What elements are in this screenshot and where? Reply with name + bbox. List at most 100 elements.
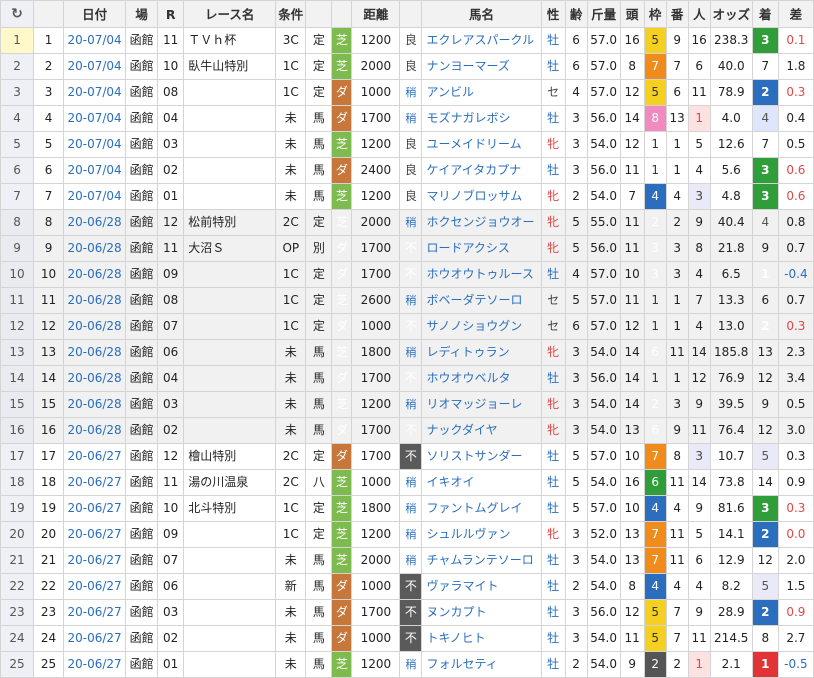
col-header-margin[interactable]: 差 [777,0,814,28]
row-index[interactable]: 13 [0,339,35,366]
race-date-link[interactable]: 20-06/28 [63,391,127,418]
horse-name-link[interactable]: リオマッジョーレ [421,391,542,418]
row-index[interactable]: 24 [0,625,35,652]
race-date-link[interactable]: 20-06/28 [63,365,127,392]
row-index[interactable]: 8 [0,209,35,236]
col-header-age[interactable]: 齢 [564,0,588,28]
table-row[interactable]: 7 7 20-07/04 函館 01 未馬芝 1200 良マリノブロッサム牝 2 54.0 7 4 4 3… [0,183,814,210]
table-row[interactable]: 5 5 20-07/04 函館 03 未馬芝 1200 良ユーメイドリーム牝 3 54.0 12 1 1… [0,131,814,158]
row-index[interactable]: 5 [0,131,35,158]
col-header-popularity[interactable]: 人 [687,0,711,28]
col-header-track-condition[interactable] [399,0,423,28]
horse-name-link[interactable]: ファントムグレイ [421,495,542,522]
table-row[interactable]: 18 18 20-06/27 函館 11 湯の川温泉 2C 八芝 1000 稍イキオイ牡 5 54.0… [0,469,814,496]
horse-name-link[interactable]: アンビル [421,79,542,106]
table-row[interactable]: 21 21 20-06/27 函館 07 未馬芝 2000 稍チャムランテソーロ牡 3 54.0 1… [0,547,814,574]
horse-name-link[interactable]: トキノヒト [421,625,542,652]
table-row[interactable]: 20 20 20-06/27 函館 09 1C 定芝 1200 稍シュルルヴァン牝 3 52.0 13… [0,521,814,548]
race-date-link[interactable]: 20-06/28 [63,261,127,288]
col-header-heads[interactable]: 頭 [619,0,645,28]
race-date-link[interactable]: 20-06/27 [63,625,127,652]
col-header-condition[interactable]: 条件 [275,0,307,28]
row-index[interactable]: 16 [0,417,35,444]
row-index[interactable]: 3 [0,79,35,106]
table-row[interactable]: 19 19 20-06/27 函館 10 北斗特別 1C 定芝 1800 稍ファントムグレイ牡 5 5… [0,495,814,522]
race-date-link[interactable]: 20-06/28 [63,235,127,262]
horse-name-link[interactable]: レディトゥラン [421,339,542,366]
row-index[interactable]: 23 [0,599,35,626]
row-index[interactable]: 7 [0,183,35,210]
table-row[interactable]: 25 25 20-06/27 函館 01 未馬芝 1200 稍フォルセティ牡 2 54.0 9 2 2 1… [0,651,814,678]
col-header-race-name[interactable]: レース名 [183,0,277,28]
horse-name-link[interactable]: ホクセンジョウオー [421,209,542,236]
table-row[interactable]: 10 10 20-06/28 函館 09 1C 定ダ 1700 不ホウオウトゥルース牡 4 57.0… [0,261,814,288]
col-header-weight[interactable]: 斤量 [586,0,621,28]
horse-name-link[interactable]: チャムランテソーロ [421,547,542,574]
col-header-no[interactable] [33,0,65,28]
table-row[interactable]: 2 2 20-07/04 函館 10 臥牛山特別 1C 定芝 2000 良ナンヨーマーズ牡 6 57.… [0,53,814,80]
race-date-link[interactable]: 20-06/27 [63,469,127,496]
race-date-link[interactable]: 20-06/28 [63,339,127,366]
horse-name-link[interactable]: ケイアイタカプナ [421,157,542,184]
col-header-track[interactable]: 場 [125,0,159,28]
horse-name-link[interactable]: ナンヨーマーズ [421,53,542,80]
race-date-link[interactable]: 20-07/04 [63,79,127,106]
col-header-frame[interactable]: 枠 [643,0,667,28]
row-index[interactable]: 9 [0,235,35,262]
col-header-sex[interactable]: 性 [540,0,566,28]
horse-name-link[interactable]: ソリストサンダー [421,443,542,470]
table-row[interactable]: 15 15 20-06/28 函館 03 未馬芝 1200 稍リオマッジョーレ牝 3 54.0 14… [0,391,814,418]
row-index[interactable]: 2 [0,53,35,80]
table-row[interactable]: 23 23 20-06/27 函館 03 未馬ダ 1700 不ヌンカプト牡 3 56.0 12 5 7 9… [0,599,814,626]
race-date-link[interactable]: 20-06/28 [63,287,127,314]
race-date-link[interactable]: 20-06/27 [63,495,127,522]
row-index[interactable]: 17 [0,443,35,470]
race-date-link[interactable]: 20-07/04 [63,53,127,80]
row-index[interactable]: 15 [0,391,35,418]
col-header-race-number[interactable]: R [157,0,185,28]
race-date-link[interactable]: 20-07/04 [63,27,127,54]
race-date-link[interactable]: 20-06/27 [63,651,127,678]
horse-name-link[interactable]: イキオイ [421,469,542,496]
row-index[interactable]: 10 [0,261,35,288]
race-date-link[interactable]: 20-06/28 [63,209,127,236]
col-header-date[interactable]: 日付 [63,0,127,28]
horse-name-link[interactable]: ユーメイドリーム [421,131,542,158]
table-row[interactable]: 11 11 20-06/28 函館 08 1C 定芝 2600 稍ボベーダテソーロセ 5 57.0 1… [0,287,814,314]
row-index[interactable]: 12 [0,313,35,340]
table-row[interactable]: 22 22 20-06/27 函館 06 新馬ダ 1000 不ヴァラマイト牡 2 54.0 8 4 4 4… [0,573,814,600]
horse-name-link[interactable]: シュルルヴァン [421,521,542,548]
row-index[interactable]: 19 [0,495,35,522]
horse-name-link[interactable]: ホウオウベルタ [421,365,542,392]
col-header-finish[interactable]: 着 [751,0,779,28]
race-date-link[interactable]: 20-07/04 [63,157,127,184]
horse-name-link[interactable]: モズナガレボシ [421,105,542,132]
table-row[interactable]: 16 16 20-06/28 函館 02 未馬ダ 1700 不ナックダイヤ牝 3 54.0 13 6 9… [0,417,814,444]
race-date-link[interactable]: 20-06/27 [63,573,127,600]
row-index[interactable]: 21 [0,547,35,574]
col-header-horse-name[interactable]: 馬名 [421,0,542,28]
col-header-weight-rule[interactable] [305,0,333,28]
race-date-link[interactable]: 20-06/27 [63,521,127,548]
table-row[interactable]: 14 14 20-06/28 函館 04 未馬ダ 1700 不ホウオウベルタ牡 3 56.0 14 1… [0,365,814,392]
horse-name-link[interactable]: エクレアスパークル [421,27,542,54]
horse-name-link[interactable]: サノノショウグン [421,313,542,340]
col-header-distance[interactable]: 距離 [351,0,401,28]
table-row[interactable]: 1 1 20-07/04 函館 11 ＴＶｈ杯 3C 定芝 1200 良エクレアスパークル牡 6 57… [0,27,814,54]
refresh-icon[interactable]: ↻ [0,0,35,28]
table-row[interactable]: 12 12 20-06/28 函館 07 1C 定ダ 1000 不サノノショウグンセ 6 57.0 1… [0,313,814,340]
table-row[interactable]: 9 9 20-06/28 函館 11 大沼Ｓ OP 別ダ 1700 不ロードアクシス牝 5 56.0 1… [0,235,814,262]
horse-name-link[interactable]: フォルセティ [421,651,542,678]
race-date-link[interactable]: 20-06/27 [63,599,127,626]
row-index[interactable]: 25 [0,651,35,678]
horse-name-link[interactable]: ホウオウトゥルース [421,261,542,288]
race-date-link[interactable]: 20-06/28 [63,313,127,340]
race-date-link[interactable]: 20-06/27 [63,443,127,470]
table-row[interactable]: 3 3 20-07/04 函館 08 1C 定ダ 1000 稍アンビルセ 4 57.0 12 5 6 11 7… [0,79,814,106]
table-row[interactable]: 8 8 20-06/28 函館 12 松前特別 2C 定芝 2000 稍ホクセンジョウオー牝 5 55… [0,209,814,236]
table-row[interactable]: 4 4 20-07/04 函館 04 未馬ダ 1700 稍モズナガレボシ牡 3 56.0 14 8 13… [0,105,814,132]
row-index[interactable]: 6 [0,157,35,184]
table-row[interactable]: 24 24 20-06/27 函館 02 未馬ダ 1000 不トキノヒト牡 3 54.0 11 5 7 1… [0,625,814,652]
table-row[interactable]: 13 13 20-06/28 函館 06 未馬芝 1800 稍レディトゥラン牝 3 54.0 14 6… [0,339,814,366]
race-date-link[interactable]: 20-07/04 [63,105,127,132]
